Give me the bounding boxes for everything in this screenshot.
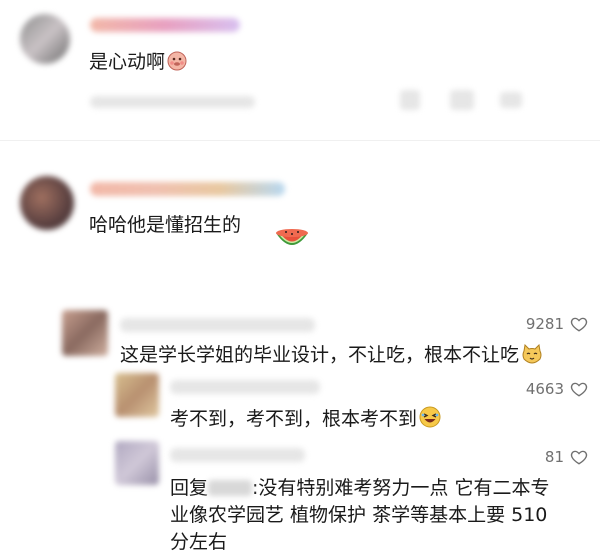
reply-text: 业像农学园艺 植物保护 茶学等基本上要 510 (170, 503, 547, 527)
reply-text-line1: :没有特别难考努力一点 它有二本专 (252, 477, 550, 499)
divider (0, 140, 600, 141)
like-button[interactable] (400, 90, 420, 110)
reply-text-content: 考不到，考不到，根本考不到 (170, 408, 418, 430)
reply-prefix: 回复 (170, 477, 209, 499)
heart-icon (570, 382, 588, 397)
comment-text-content: 哈哈他是懂招生的 (89, 214, 242, 236)
heart-icon (570, 450, 588, 465)
avatar[interactable] (20, 14, 70, 64)
like-button[interactable]: 81 (545, 448, 588, 466)
reply-text-line3: 分左右 (170, 531, 228, 553)
avatar[interactable] (115, 441, 159, 485)
like-count: 4663 (525, 380, 564, 398)
reply-button[interactable] (500, 92, 522, 108)
reply-text-content: 这是学长学姐的毕业设计，不让吃，根本不让吃 (120, 344, 520, 366)
like-count (450, 90, 474, 110)
comment-meta (90, 96, 255, 108)
reply-target-name[interactable] (208, 480, 253, 496)
avatar[interactable] (115, 373, 159, 417)
heart-icon (570, 317, 588, 332)
avatar[interactable] (62, 310, 108, 356)
like-button[interactable]: 9281 (526, 315, 588, 333)
username[interactable] (170, 448, 305, 462)
shy-face-icon (167, 51, 187, 77)
comment-text: 哈哈他是懂招生的 (89, 213, 241, 237)
reply-text: 回复 :没有特别难考努力一点 它有二本专 (170, 476, 549, 500)
reply-text: 分左右 (170, 530, 227, 554)
username[interactable] (90, 182, 285, 196)
reply-text: 考不到，考不到，根本考不到 (170, 406, 441, 434)
username[interactable] (120, 318, 315, 332)
like-count: 81 (544, 448, 564, 466)
avatar[interactable] (20, 176, 74, 230)
laughing-face-icon (419, 406, 441, 434)
like-count: 9281 (525, 315, 564, 333)
like-button[interactable]: 4663 (526, 380, 588, 398)
comment-text-content: 是心动啊 (89, 51, 166, 73)
watermelon-icon (274, 223, 310, 257)
cat-face-icon (521, 343, 543, 370)
reply-text-line2: 业像农学园艺 植物保护 茶学等基本上要 510 (170, 504, 548, 526)
reply-text: 这是学长学姐的毕业设计，不让吃，根本不让吃 (120, 343, 543, 370)
username[interactable] (90, 18, 240, 32)
username[interactable] (170, 380, 320, 394)
comment-text: 是心动啊 (89, 50, 187, 77)
